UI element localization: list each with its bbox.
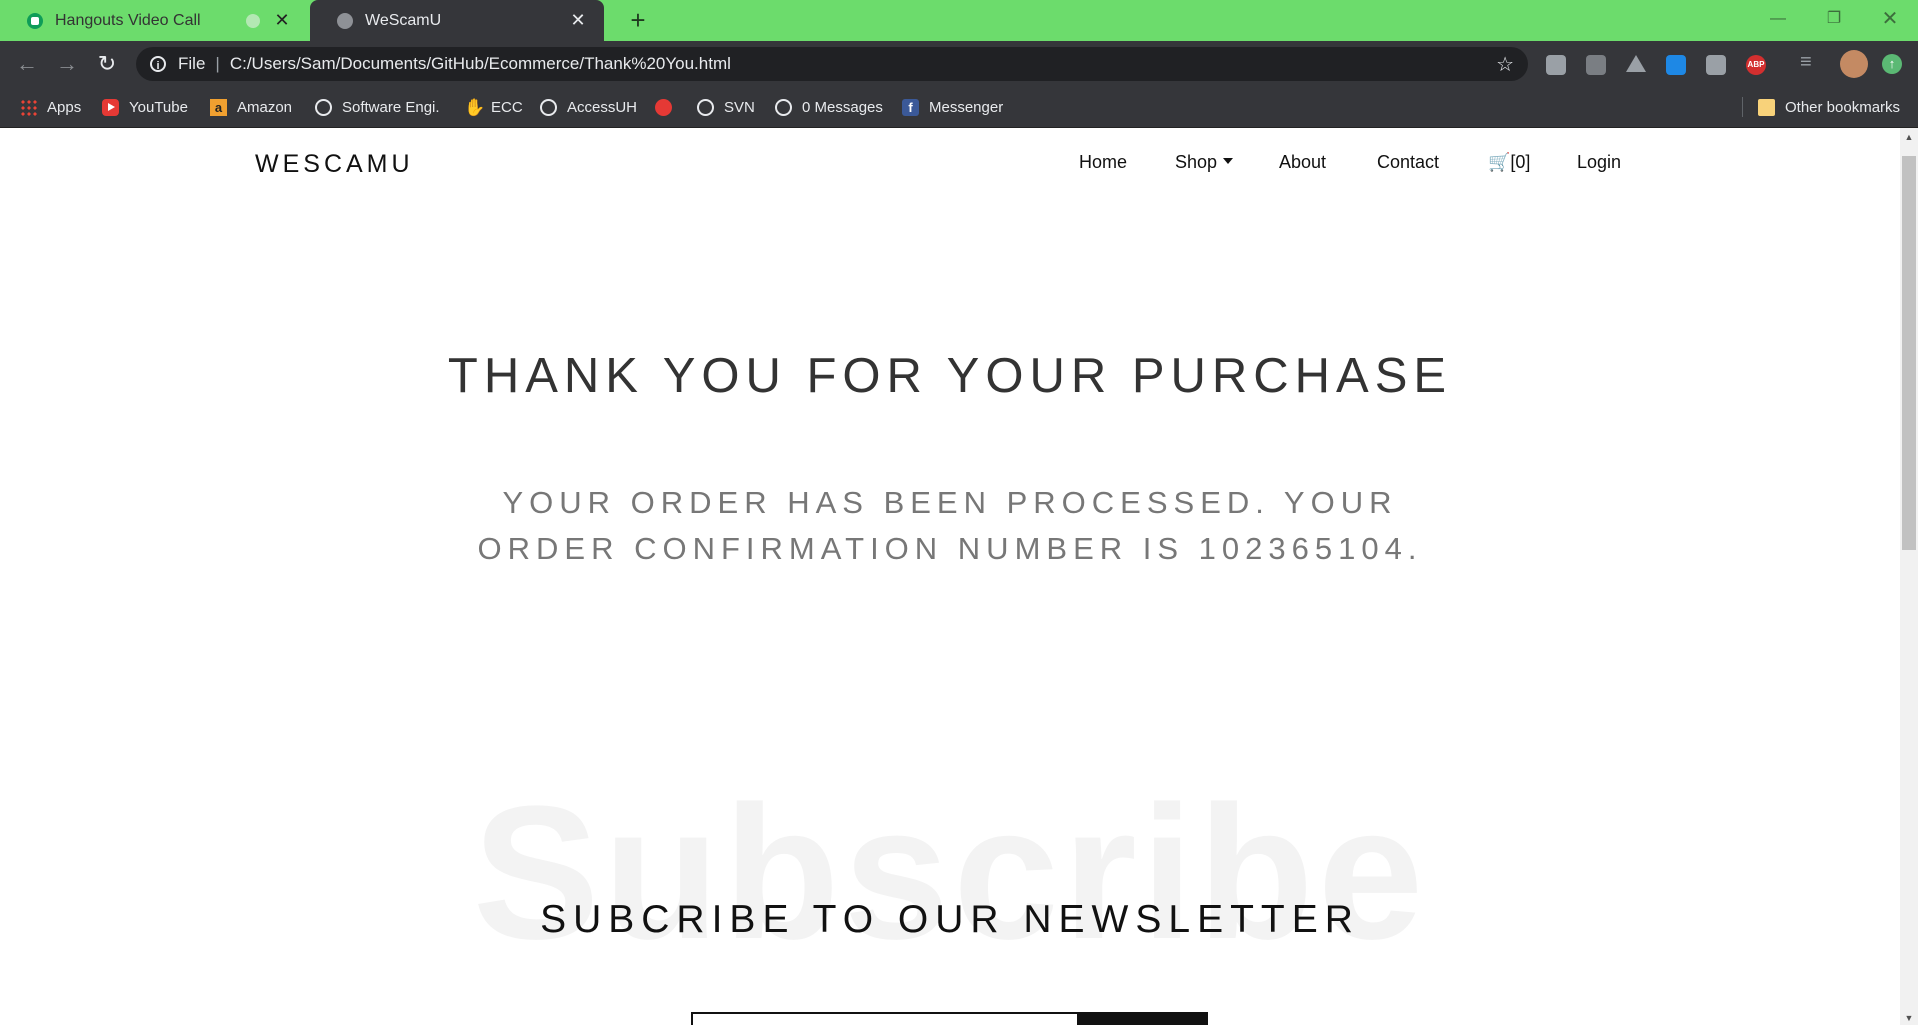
tab-title: Hangouts Video Call bbox=[55, 11, 201, 29]
nav-login[interactable]: Login bbox=[1577, 152, 1621, 173]
nav-cart[interactable]: 🛒[0] bbox=[1488, 152, 1530, 173]
scroll-up-icon[interactable]: ▲ bbox=[1900, 132, 1918, 142]
bookmark-star-icon[interactable]: ☆ bbox=[1496, 52, 1514, 77]
bookmark-label: SVN bbox=[724, 98, 755, 116]
tab-wescamu[interactable]: WeScamU ✕ bbox=[310, 0, 604, 41]
extension-icon[interactable] bbox=[1666, 55, 1686, 75]
profile-avatar[interactable] bbox=[1840, 50, 1868, 78]
google-drive-icon[interactable] bbox=[1626, 55, 1646, 72]
globe-icon bbox=[315, 98, 332, 116]
globe-icon bbox=[337, 12, 353, 29]
bookmarks-bar: Apps YouTube a Amazon Software Engi. ✋ E… bbox=[0, 87, 1918, 128]
url-text[interactable]: C:/Users/Sam/Documents/GitHub/Ecommerce/… bbox=[230, 54, 1496, 74]
audio-indicator-icon bbox=[246, 13, 260, 28]
page-scrollbar[interactable]: ▲ ▼ bbox=[1900, 128, 1918, 1025]
newsletter-submit-button[interactable] bbox=[1079, 1012, 1208, 1025]
globe-icon bbox=[697, 98, 714, 116]
bookmark-apps[interactable]: Apps bbox=[20, 87, 81, 127]
window-close-icon[interactable]: ✕ bbox=[1862, 0, 1918, 41]
tab-title: WeScamU bbox=[365, 11, 442, 29]
back-arrow-icon[interactable]: ← bbox=[12, 49, 42, 79]
bookmark-label: YouTube bbox=[129, 98, 188, 116]
bookmark-label: ECC bbox=[491, 98, 523, 116]
update-icon[interactable]: ↑ bbox=[1882, 54, 1902, 74]
globe-icon bbox=[775, 98, 792, 116]
adblock-icon[interactable]: ABP bbox=[1746, 55, 1766, 75]
accessuh-icon bbox=[540, 98, 557, 116]
info-icon[interactable]: i bbox=[150, 56, 166, 72]
media-control-icon[interactable]: ≡ bbox=[1800, 51, 1812, 74]
cart-count: [0] bbox=[1510, 152, 1531, 172]
nav-home[interactable]: Home bbox=[1079, 152, 1127, 173]
amazon-icon: a bbox=[210, 98, 227, 116]
bookmark-label: Messenger bbox=[929, 98, 1004, 116]
browser-toolbar: ← → ↻ i File | C:/Users/Sam/Documents/Gi… bbox=[0, 41, 1918, 87]
newsletter-heading: SUBCRIBE TO OUR NEWSLETTER bbox=[540, 898, 1360, 941]
bookmark-messenger[interactable]: f Messenger bbox=[902, 87, 1003, 127]
bookmark-svn[interactable]: SVN bbox=[697, 87, 755, 127]
bookmark-label: Software Engi. bbox=[342, 98, 440, 116]
restore-icon[interactable]: ❐ bbox=[1806, 0, 1862, 41]
scroll-down-icon[interactable]: ▼ bbox=[1900, 1013, 1918, 1023]
extension-icon[interactable] bbox=[1706, 55, 1726, 75]
tab-hangouts[interactable]: Hangouts Video Call ✕ bbox=[0, 0, 308, 41]
nav-shop-label: Shop bbox=[1175, 152, 1218, 172]
opera-icon bbox=[655, 98, 672, 116]
url-scheme: File bbox=[178, 54, 206, 73]
site-brand[interactable]: WESCAMU bbox=[255, 150, 414, 179]
bookmarks-divider bbox=[1742, 97, 1743, 117]
newsletter-email-input[interactable] bbox=[691, 1012, 1079, 1025]
thank-you-heading: THANK YOU FOR YOUR PURCHASE bbox=[447, 349, 1453, 403]
bookmark-label: Amazon bbox=[237, 98, 293, 116]
page-content: WESCAMU Home Shop About Contact 🛒[0] Log… bbox=[0, 128, 1900, 1025]
url-separator: | bbox=[215, 54, 220, 73]
bookmark-label: 0 Messages bbox=[802, 98, 883, 116]
bookmark-opera[interactable] bbox=[655, 87, 682, 127]
order-confirmation-text: YOUR ORDER HAS BEEN PROCESSED. YOUR ORDE… bbox=[477, 485, 1423, 566]
address-bar[interactable]: i File | C:/Users/Sam/Documents/GitHub/E… bbox=[136, 47, 1528, 81]
bookmark-youtube[interactable]: YouTube bbox=[102, 87, 188, 127]
apps-grid-icon bbox=[20, 98, 37, 116]
facebook-icon: f bbox=[902, 98, 919, 116]
hangouts-icon bbox=[27, 12, 43, 29]
cart-icon: 🛒 bbox=[1488, 152, 1511, 172]
close-tab-icon[interactable]: ✕ bbox=[272, 10, 292, 31]
nav-about[interactable]: About bbox=[1279, 152, 1326, 173]
bookmark-other[interactable]: Other bookmarks bbox=[1758, 87, 1900, 127]
bookmark-label: Other bookmarks bbox=[1785, 98, 1901, 116]
bookmark-ecc[interactable]: ✋ ECC bbox=[464, 87, 523, 127]
scrollbar-thumb[interactable] bbox=[1902, 156, 1916, 550]
close-tab-icon[interactable]: ✕ bbox=[568, 10, 588, 31]
bookmark-messages[interactable]: 0 Messages bbox=[775, 87, 883, 127]
extension-icon[interactable] bbox=[1546, 55, 1566, 75]
bookmark-amazon[interactable]: a Amazon bbox=[210, 87, 292, 127]
extension-icon[interactable] bbox=[1586, 55, 1606, 75]
bookmark-label: AccessUH bbox=[567, 98, 638, 116]
bookmark-accessuh[interactable]: AccessUH bbox=[540, 87, 637, 127]
nav-contact[interactable]: Contact bbox=[1377, 152, 1439, 173]
new-tab-icon[interactable]: + bbox=[622, 4, 654, 36]
caret-down-icon bbox=[1223, 158, 1234, 164]
bookmark-software-engineering[interactable]: Software Engi. bbox=[315, 87, 440, 127]
tab-strip: Hangouts Video Call ✕ WeScamU ✕ + — ❐ ✕ bbox=[0, 0, 1918, 41]
hand-icon: ✋ bbox=[464, 97, 486, 117]
reload-icon[interactable]: ↻ bbox=[92, 49, 122, 79]
bookmark-label: Apps bbox=[47, 98, 82, 116]
minimize-icon[interactable]: — bbox=[1750, 0, 1806, 41]
youtube-icon bbox=[102, 98, 119, 116]
nav-shop[interactable]: Shop bbox=[1175, 152, 1234, 173]
folder-icon bbox=[1758, 98, 1775, 116]
forward-arrow-icon[interactable]: → bbox=[52, 49, 82, 79]
